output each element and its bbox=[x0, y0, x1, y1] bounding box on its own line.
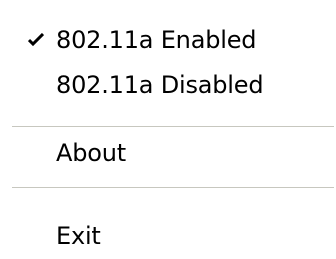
menu-item-802-11a-enabled[interactable]: 802.11a Enabled bbox=[0, 20, 336, 60]
menu-item-exit[interactable]: Exit bbox=[0, 222, 336, 259]
menu-separator bbox=[12, 187, 334, 189]
context-menu: 802.11a Enabled 802.11a Disabled About E… bbox=[0, 0, 336, 250]
menu-separator bbox=[12, 126, 334, 128]
menu-item-label: Exit bbox=[56, 222, 101, 250]
menu-item-label: 802.11a Enabled bbox=[56, 26, 257, 54]
checkmark-icon bbox=[24, 28, 48, 52]
menu-item-802-11a-disabled[interactable]: 802.11a Disabled bbox=[0, 65, 336, 105]
menu-item-label: About bbox=[56, 139, 126, 167]
menu-item-label: 802.11a Disabled bbox=[56, 71, 264, 99]
menu-item-about[interactable]: About bbox=[0, 133, 336, 173]
